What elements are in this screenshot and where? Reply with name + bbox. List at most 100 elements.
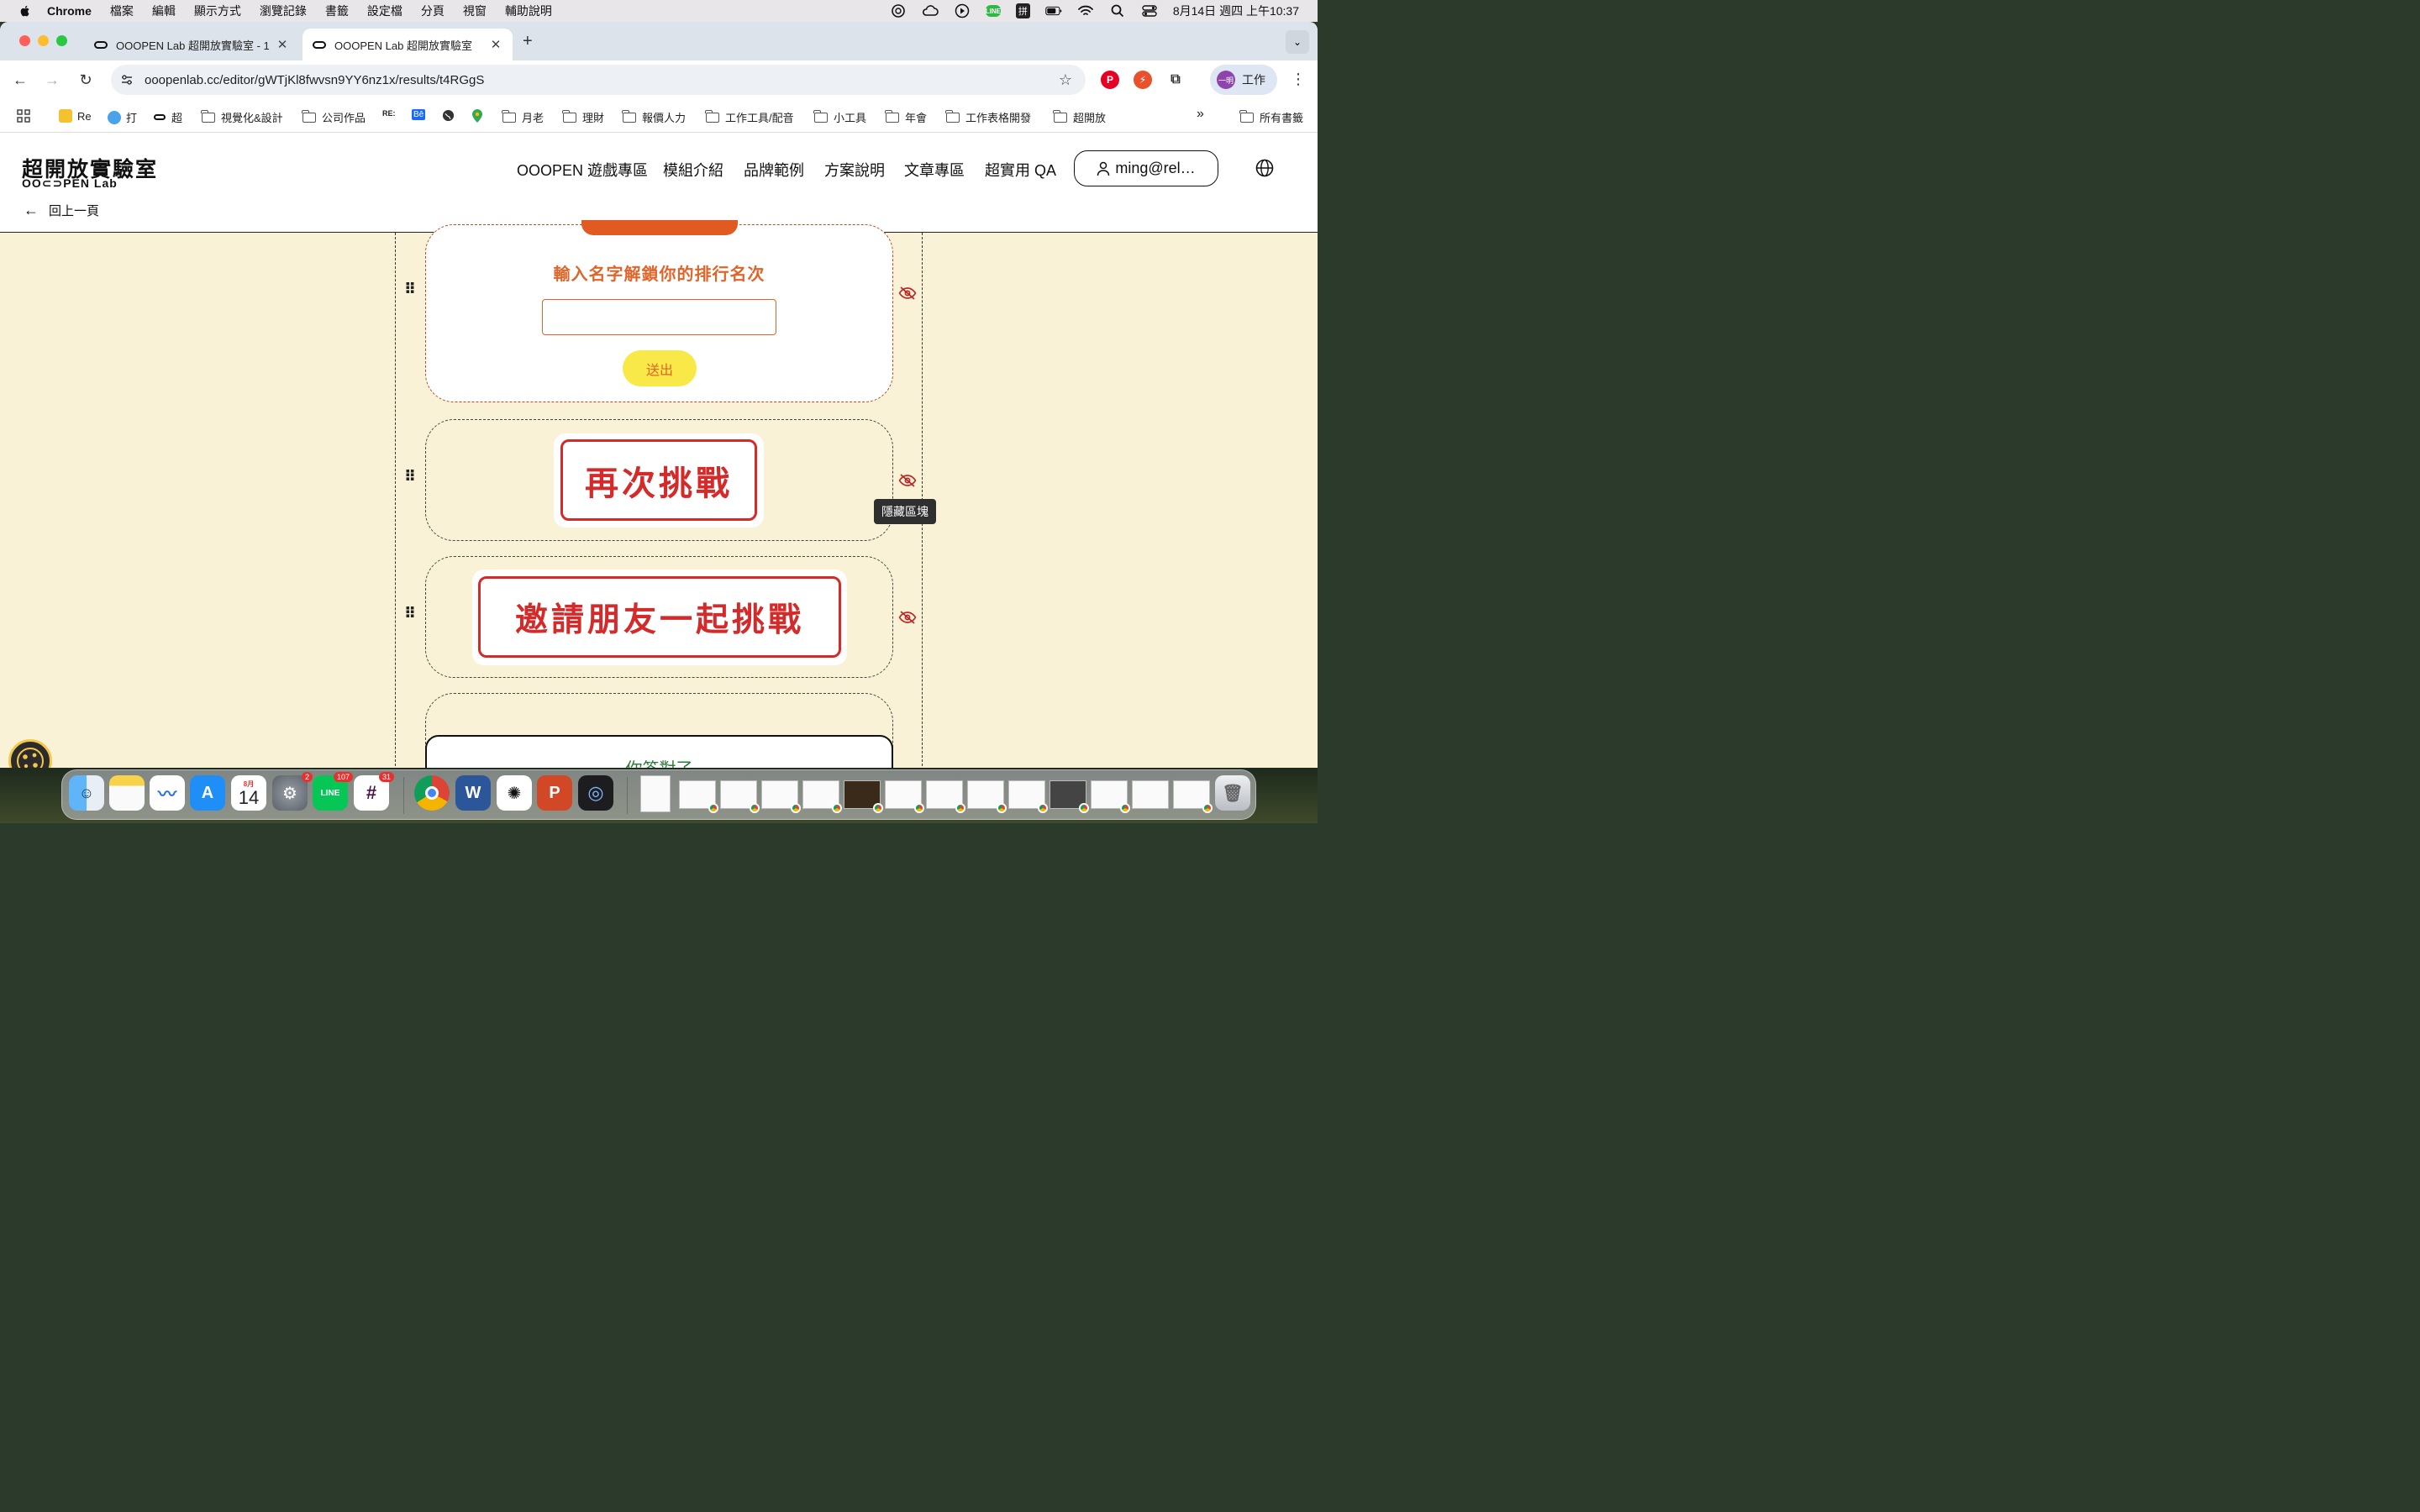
menu-bookmarks[interactable]: 書籤 [325, 3, 349, 19]
tab-search-chevron-icon[interactable]: ⌄ [1286, 30, 1309, 54]
nav-articles[interactable]: 文章專區 [904, 159, 965, 181]
window-thumbnail[interactable] [1008, 780, 1048, 813]
close-tab-icon[interactable]: ✕ [276, 37, 289, 52]
nav-game-zone[interactable]: OOOPEN 遊戲專區 [517, 159, 648, 181]
close-tab-icon[interactable]: ✕ [489, 37, 502, 52]
window-thumbnail[interactable] [885, 780, 924, 813]
menubar-clock[interactable]: 8月14日 週四 上午10:37 [1173, 3, 1299, 19]
bookmark-re-colon[interactable]: RE: [382, 109, 396, 118]
forward-arrow-icon[interactable]: → [42, 70, 62, 90]
name-input[interactable] [542, 299, 776, 335]
finder-app-icon[interactable]: ☺ [69, 775, 104, 811]
menu-tab[interactable]: 分頁 [421, 3, 445, 19]
bookmark-folder-quotes[interactable]: 報價人力 [622, 109, 686, 125]
submit-button[interactable]: 送出 [623, 350, 697, 386]
chatgpt-status-icon[interactable] [890, 4, 907, 18]
pinterest-extension-icon[interactable]: P [1101, 71, 1119, 89]
calendar-app-icon[interactable]: 8月 14 [231, 775, 266, 811]
apps-grid-icon[interactable] [17, 109, 30, 123]
bookmark-re[interactable]: Re [59, 109, 92, 123]
new-tab-button[interactable]: + [523, 32, 533, 51]
user-account-button[interactable]: ming@rel… [1074, 150, 1218, 186]
tab-ooopen-active[interactable]: OOOPEN Lab 超開放實驗室 ✕ [302, 29, 513, 60]
line-app-icon[interactable]: LINE 107 [313, 772, 353, 811]
notes-app-icon[interactable] [109, 775, 145, 811]
window-thumbnail[interactable] [844, 780, 883, 813]
google-maps-bookmark-icon[interactable] [472, 109, 482, 123]
window-thumbnail[interactable] [1091, 780, 1130, 813]
chatgpt-app-icon[interactable]: ✺ [497, 775, 532, 811]
retry-button-block[interactable]: 再次挑戰 [425, 419, 893, 541]
tab-ooopen-1[interactable]: OOOPEN Lab 超開放實驗室 - 1 ✕ [84, 29, 299, 60]
menu-view[interactable]: 顯示方式 [194, 3, 241, 19]
bookmark-folder-sheets[interactable]: 工作表格開發 [945, 109, 1031, 125]
battery-icon[interactable] [1045, 4, 1062, 18]
quicktime-app-icon[interactable]: ◎ [578, 775, 613, 811]
spotlight-search-icon[interactable] [1109, 4, 1126, 18]
nav-modules[interactable]: 模組介紹 [663, 159, 723, 181]
chrome-menu-icon[interactable]: ⋮ [1291, 71, 1306, 88]
globe-bookmark-icon[interactable] [442, 109, 455, 122]
bookmark-chao[interactable]: 超 [154, 109, 182, 125]
bookmark-star-icon[interactable]: ☆ [1059, 71, 1072, 89]
control-center-icon[interactable] [1141, 4, 1158, 18]
hide-eye-icon[interactable] [898, 286, 917, 300]
window-thumbnail[interactable] [679, 780, 718, 813]
menu-history[interactable]: 瀏覽記錄 [260, 3, 307, 19]
drag-handle-icon[interactable]: ⠿ [404, 281, 416, 297]
minimize-window-button[interactable] [38, 35, 49, 46]
slack-app-icon[interactable]: #31 [354, 772, 394, 811]
nav-pricing[interactable]: 方案說明 [824, 159, 885, 181]
menu-help[interactable]: 輔助說明 [505, 3, 552, 19]
bookmark-folder-annual[interactable]: 年會 [885, 109, 927, 125]
site-logo-english[interactable]: OO⊂⊃PEN Lab [22, 176, 118, 191]
play-status-icon[interactable] [954, 3, 971, 18]
menu-window[interactable]: 視窗 [463, 3, 487, 19]
invite-friends-button[interactable]: 邀請朋友一起挑戰 [478, 576, 841, 658]
extension-icon[interactable]: ⚡ [1134, 71, 1152, 89]
menu-profiles[interactable]: 設定檔 [367, 3, 402, 19]
cloud-sync-icon[interactable] [922, 4, 939, 18]
app-store-icon[interactable]: A [190, 775, 225, 811]
powerpoint-app-icon[interactable]: P [537, 775, 572, 811]
freeform-app-icon[interactable]: 〰 [150, 775, 185, 811]
extensions-puzzle-icon[interactable]: ⧉ [1166, 71, 1185, 89]
bookmark-folder-yuelao[interactable]: 月老 [502, 109, 544, 125]
zoom-window-button[interactable] [56, 35, 67, 46]
document-thumbnail[interactable] [640, 775, 671, 812]
profile-button[interactable]: 一明 工作 [1210, 65, 1277, 95]
bookmark-folder-finance[interactable]: 理財 [562, 109, 604, 125]
window-thumbnail[interactable] [1050, 780, 1089, 813]
all-bookmarks-folder[interactable]: 所有書籤 [1239, 109, 1303, 125]
nav-qa[interactable]: 超實用 QA [985, 159, 1056, 181]
input-method-indicator[interactable]: 拼 [1015, 3, 1030, 18]
wifi-icon[interactable] [1077, 4, 1094, 18]
bookmark-da[interactable]: 打 [108, 109, 137, 125]
bookmark-folder-ooopen[interactable]: 超開放 [1053, 109, 1106, 125]
reload-icon[interactable]: ↻ [76, 70, 96, 90]
menu-app-name[interactable]: Chrome [47, 4, 92, 18]
bookmark-folder-small-tools[interactable]: 小工具 [813, 109, 866, 125]
behance-bookmark-icon[interactable]: Bē [412, 109, 426, 120]
back-link[interactable]: ← 回上一頁 [24, 202, 99, 219]
window-thumbnail[interactable] [720, 780, 760, 813]
bookmarks-overflow-button[interactable]: » [1197, 107, 1204, 122]
cookie-settings-button[interactable] [8, 739, 52, 768]
drag-handle-icon[interactable]: ⠿ [404, 606, 416, 621]
bookmark-folder-design[interactable]: 視覺化&設計 [201, 109, 283, 125]
line-status-icon[interactable]: LINE [986, 5, 1001, 17]
window-thumbnail[interactable] [761, 780, 801, 813]
system-settings-icon[interactable]: ⚙ 2 [272, 772, 313, 811]
window-thumbnail[interactable] [926, 780, 965, 813]
window-thumbnail[interactable] [1132, 780, 1169, 809]
language-globe-icon[interactable] [1255, 159, 1274, 177]
window-thumbnail[interactable] [802, 780, 842, 813]
menu-edit[interactable]: 編輯 [152, 3, 176, 19]
invite-button-block[interactable]: 邀請朋友一起挑戰 [425, 556, 893, 678]
chrome-app-icon[interactable] [414, 775, 450, 811]
hide-eye-icon[interactable] [898, 474, 917, 487]
nav-brand-examples[interactable]: 品牌範例 [744, 159, 804, 181]
hide-eye-icon[interactable] [898, 611, 917, 624]
menu-file[interactable]: 檔案 [110, 3, 134, 19]
retry-challenge-button[interactable]: 再次挑戰 [560, 439, 757, 521]
